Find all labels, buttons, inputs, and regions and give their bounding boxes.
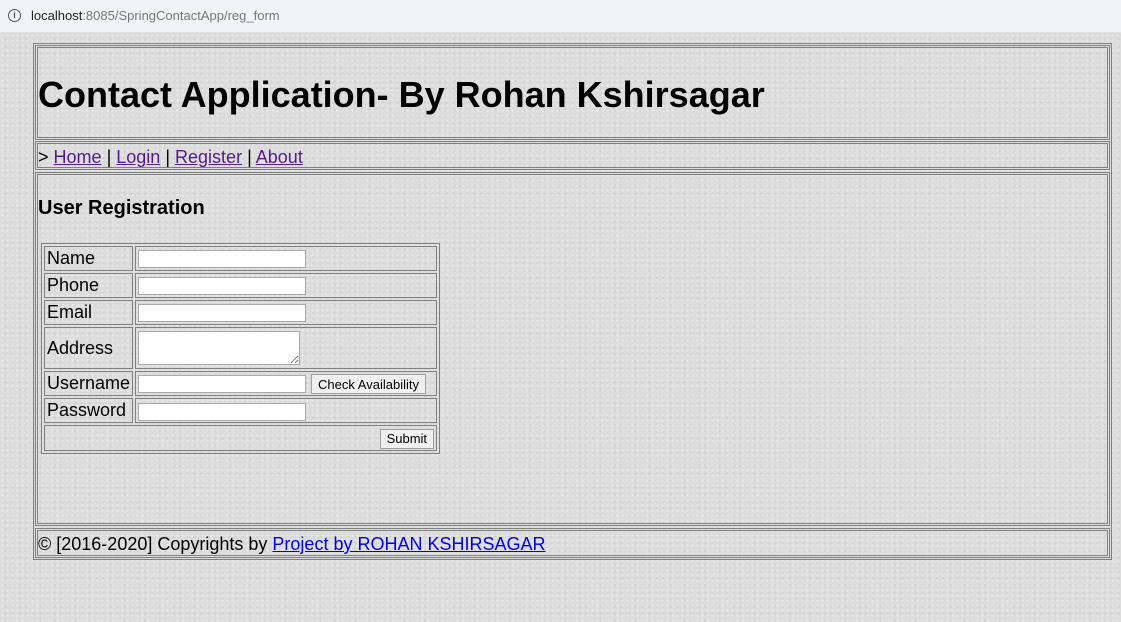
form-row-username: Username Check Availability: [44, 371, 438, 397]
url-host: localhost: [31, 8, 83, 23]
address-cell: [135, 327, 438, 369]
form-row-address: Address: [44, 327, 438, 369]
header-cell: Contact Application- By Rohan Kshirsagar: [35, 45, 1110, 140]
nav-link-home[interactable]: Home: [54, 147, 102, 167]
nav-prefix: >: [38, 147, 49, 167]
phone-label: Phone: [44, 273, 134, 298]
password-cell: [135, 398, 438, 424]
password-input[interactable]: [138, 402, 307, 421]
email-label: Email: [44, 300, 134, 325]
nav-link-about[interactable]: About: [256, 147, 303, 167]
footer: © [2016-2020] Copyrights by Project by R…: [35, 528, 1110, 558]
nav-link-register[interactable]: Register: [175, 147, 242, 167]
url-text[interactable]: localhost:8085/SpringContactApp/reg_form: [31, 8, 280, 23]
footer-copyright: © [2016-2020] Copyrights by: [38, 534, 268, 554]
password-label: Password: [44, 398, 134, 424]
name-label: Name: [44, 246, 134, 271]
info-icon[interactable]: i: [8, 9, 21, 22]
nav-separator: |: [106, 147, 112, 167]
username-cell: Check Availability: [135, 371, 438, 397]
email-cell: [135, 300, 438, 325]
footer-link[interactable]: Project by ROHAN KSHIRSAGAR: [272, 534, 545, 554]
address-label: Address: [44, 327, 134, 369]
name-input[interactable]: [138, 250, 307, 269]
footer-line: © [2016-2020] Copyrights by Project by R…: [38, 534, 546, 555]
phone-input[interactable]: [138, 277, 307, 296]
form-row-phone: Phone: [44, 273, 438, 298]
registration-form: Name Phone Email Address Username Check …: [41, 243, 441, 454]
browser-address-bar[interactable]: i localhost:8085/SpringContactApp/reg_fo…: [0, 0, 1121, 33]
main-content: User Registration Name Phone Email Addre…: [35, 172, 1110, 526]
check-availability-button[interactable]: Check Availability: [311, 374, 426, 395]
nav-line: > Home | Login | Register | About: [38, 147, 303, 168]
form-heading: User Registration: [38, 197, 205, 219]
phone-cell: [135, 273, 438, 298]
submit-cell: Submit: [44, 425, 438, 451]
nav-link-login[interactable]: Login: [116, 147, 160, 167]
name-cell: [135, 246, 438, 271]
username-input[interactable]: [138, 375, 307, 394]
nav-separator: |: [247, 147, 252, 167]
username-label: Username: [44, 371, 134, 397]
page-body: Contact Application- By Rohan Kshirsagar…: [0, 33, 1121, 622]
page-title: Contact Application- By Rohan Kshirsagar: [38, 74, 765, 115]
url-path: :8085/SpringContactApp/reg_form: [82, 8, 280, 23]
form-row-password: Password: [44, 398, 438, 424]
form-row-name: Name: [44, 246, 438, 271]
nav-bar: > Home | Login | Register | About: [35, 141, 1110, 170]
submit-button[interactable]: Submit: [379, 428, 435, 449]
address-textarea[interactable]: [138, 331, 301, 365]
form-row-submit: Submit: [44, 425, 438, 451]
nav-separator: |: [165, 147, 171, 167]
email-input[interactable]: [138, 304, 307, 323]
form-row-email: Email: [44, 300, 438, 325]
